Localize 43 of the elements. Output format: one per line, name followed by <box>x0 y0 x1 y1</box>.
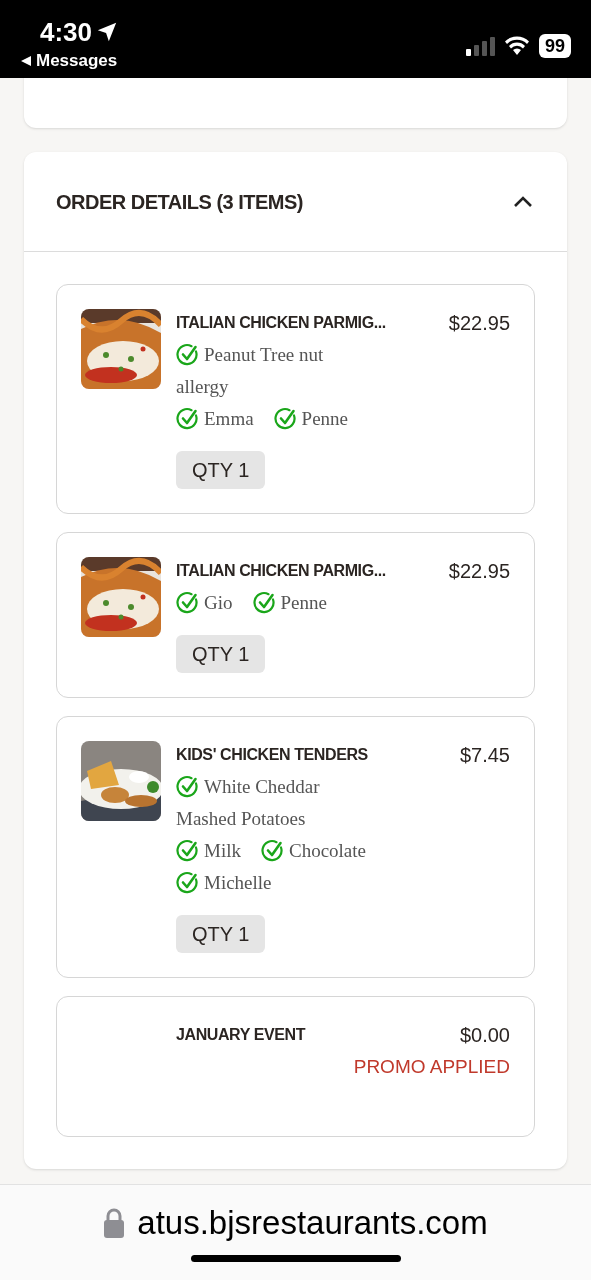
location-arrow-icon <box>96 21 119 43</box>
option-text: Chocolate <box>288 838 366 863</box>
check-circle-icon <box>252 591 277 615</box>
item-price: $22.95 <box>448 559 510 584</box>
quantity-label: QTY 1 <box>176 635 266 673</box>
option-text: Peanut Tree nut <box>204 342 324 367</box>
check-circle-icon <box>273 407 298 431</box>
option-text: Emma <box>204 406 254 431</box>
battery-indicator: 99 <box>538 34 571 58</box>
promo-status: PROMO APPLIED <box>353 1055 510 1079</box>
item-name: KIDS' CHICKEN TENDERS <box>176 745 368 765</box>
check-circle-icon <box>176 591 200 615</box>
back-link[interactable]: Messages <box>20 48 119 74</box>
option-text: Penne <box>280 590 327 615</box>
item-name: JANUARY EVENT <box>176 1025 306 1045</box>
option-text: Penne <box>301 406 349 431</box>
item-price: $22.95 <box>448 311 510 336</box>
lock-icon <box>103 1207 126 1239</box>
option-text: Milk <box>204 838 241 863</box>
check-circle-icon <box>260 839 285 863</box>
quantity-label: QTY 1 <box>176 451 266 489</box>
quantity-label: QTY 1 <box>176 915 266 953</box>
signal-icon <box>464 36 495 56</box>
option-text: White Cheddar <box>204 774 320 799</box>
check-circle-icon <box>176 343 200 367</box>
order-details-header[interactable]: ORDER DETAILS (3 ITEMS) <box>24 152 567 252</box>
clock: 4:30 <box>40 16 93 48</box>
check-circle-icon <box>176 871 200 895</box>
option-text: Mashed Potatoes <box>176 806 306 831</box>
option-text: allergy <box>176 374 229 399</box>
item-name: ITALIAN CHICKEN PARMIG... <box>176 313 386 333</box>
back-triangle-icon <box>20 54 32 67</box>
check-circle-icon <box>176 407 200 431</box>
option-text: Michelle <box>204 870 272 895</box>
option-text: Gio <box>204 590 233 615</box>
item-name: ITALIAN CHICKEN PARMIG... <box>176 561 386 581</box>
url-text[interactable]: atus.bjsrestaurants.com <box>137 1203 488 1243</box>
section-title: ORDER DETAILS (3 ITEMS) <box>56 189 304 215</box>
check-circle-icon <box>176 775 200 799</box>
item-price: $0.00 <box>459 1023 510 1048</box>
wifi-icon <box>502 36 531 56</box>
check-circle-icon <box>176 839 200 863</box>
item-price: $7.45 <box>459 743 510 768</box>
